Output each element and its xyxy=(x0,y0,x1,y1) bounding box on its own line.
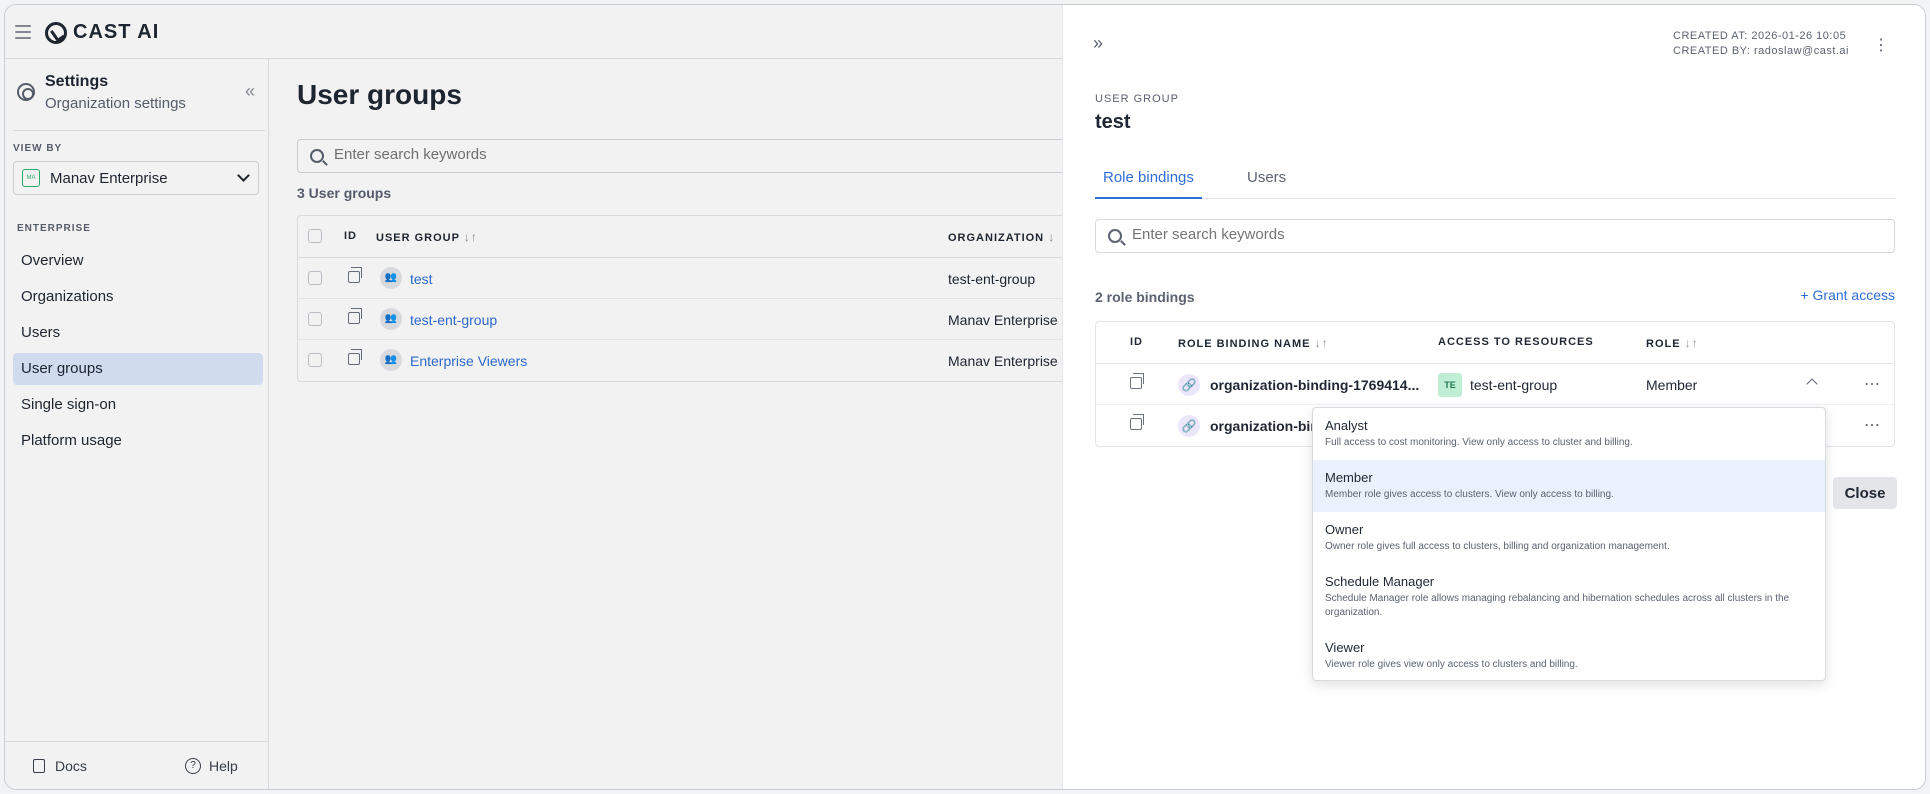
copy-id-icon[interactable] xyxy=(1130,373,1144,389)
drawer-caption: USER GROUP xyxy=(1095,93,1179,105)
grant-access-button[interactable]: + Grant access xyxy=(1800,287,1895,303)
role-bindings-search-box xyxy=(1095,219,1895,253)
tab-users[interactable]: Users xyxy=(1239,169,1294,199)
resource-name: test-ent-group xyxy=(1470,377,1558,393)
sort-icon: ↓↑ xyxy=(1314,336,1329,350)
backdrop-overlay[interactable] xyxy=(5,5,1062,789)
role-option-title: Analyst xyxy=(1325,418,1368,433)
close-button[interactable]: Close xyxy=(1833,477,1897,509)
role-option-description: Viewer role gives view only access to cl… xyxy=(1325,659,1578,670)
role-option-owner[interactable]: Owner Owner role gives full access to cl… xyxy=(1313,512,1825,564)
created-at: CREATED AT: 2026-01-26 10:05 xyxy=(1673,30,1847,42)
drawer-meta: CREATED AT: 2026-01-26 10:05 CREATED BY:… xyxy=(1673,29,1849,59)
role-binding-name: organization-bin xyxy=(1210,418,1319,434)
column-header-id: ID xyxy=(1130,336,1143,348)
role-bindings-count: 2 role bindings xyxy=(1095,289,1195,305)
search-icon xyxy=(1108,229,1122,243)
role-option-schedule-manager[interactable]: Schedule Manager Schedule Manager role a… xyxy=(1313,564,1825,630)
role-option-viewer[interactable]: Viewer Viewer role gives view only acces… xyxy=(1313,630,1825,682)
role-option-title: Viewer xyxy=(1325,640,1365,655)
column-header-access-to-resources: ACCESS TO RESOURCES xyxy=(1438,336,1594,348)
role-binding-name: organization-binding-1769414... xyxy=(1210,377,1420,393)
role-option-description: Member role gives access to clusters. Vi… xyxy=(1325,489,1614,500)
row-actions-icon[interactable]: ⋯ xyxy=(1864,374,1880,394)
table-header: ID ROLE BINDING NAME ↓↑ ACCESS TO RESOUR… xyxy=(1096,322,1894,364)
role-bindings-search-input[interactable] xyxy=(1132,226,1832,243)
sort-icon: ↓↑ xyxy=(1684,336,1699,350)
link-icon: 🔗 xyxy=(1178,374,1200,396)
row-actions-icon[interactable]: ⋯ xyxy=(1864,415,1880,435)
role-option-description: Schedule Manager role allows managing re… xyxy=(1325,593,1790,618)
chevron-up-icon[interactable] xyxy=(1806,378,1818,390)
app-window: CAST AI Settings Organization settings «… xyxy=(4,4,1926,790)
role-dropdown: Analyst Full access to cost monitoring. … xyxy=(1312,407,1826,681)
table-row[interactable]: 🔗 organization-binding-1769414... TE tes… xyxy=(1096,364,1894,405)
column-header-role[interactable]: ROLE ↓↑ xyxy=(1646,336,1699,350)
role-option-description: Full access to cost monitoring. View onl… xyxy=(1325,437,1633,448)
drawer-tabs: Role bindings Users xyxy=(1095,165,1895,199)
role-option-description: Owner role gives full access to clusters… xyxy=(1325,541,1670,552)
role-option-title: Member xyxy=(1325,470,1373,485)
created-by: CREATED BY: radoslaw@cast.ai xyxy=(1673,45,1849,57)
copy-id-icon[interactable] xyxy=(1130,414,1144,430)
role-option-title: Schedule Manager xyxy=(1325,574,1435,589)
role-option-title: Owner xyxy=(1325,522,1364,537)
expand-drawer-icon[interactable]: » xyxy=(1093,33,1103,54)
resource-badge: TE xyxy=(1438,373,1462,397)
role-value[interactable]: Member xyxy=(1646,377,1697,393)
plus-icon: + xyxy=(1800,287,1813,303)
tab-role-bindings[interactable]: Role bindings xyxy=(1095,169,1202,199)
drawer-title: test xyxy=(1095,111,1131,133)
more-options-icon[interactable]: ⋮ xyxy=(1873,35,1889,55)
column-header-role-binding-name[interactable]: ROLE BINDING NAME ↓↑ xyxy=(1178,336,1329,350)
role-option-member[interactable]: Member Member role gives access to clust… xyxy=(1313,460,1825,512)
role-option-analyst[interactable]: Analyst Full access to cost monitoring. … xyxy=(1313,408,1825,460)
link-icon: 🔗 xyxy=(1178,415,1200,437)
